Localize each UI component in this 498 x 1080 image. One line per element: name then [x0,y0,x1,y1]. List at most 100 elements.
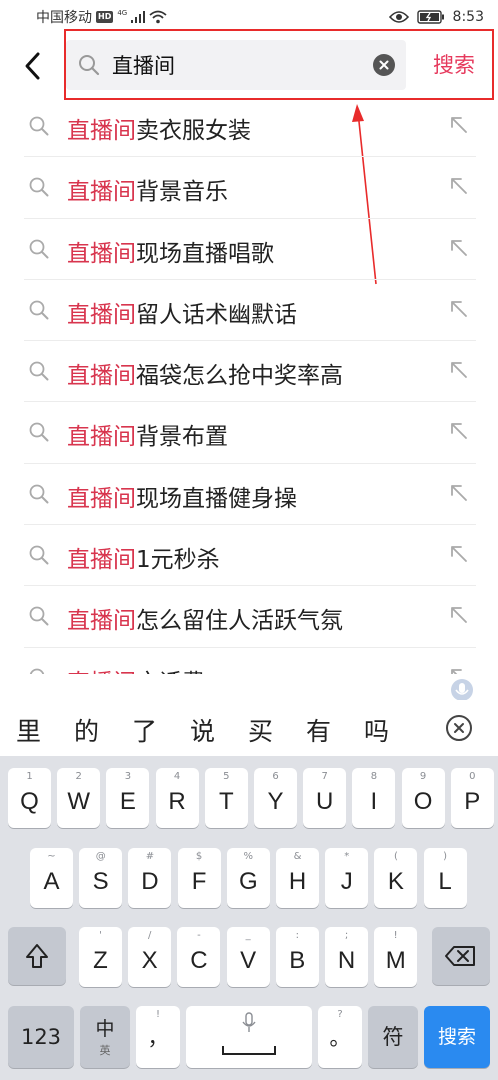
letter-key[interactable]: (K [374,848,418,908]
letter-key[interactable]: * J [325,848,369,908]
key-hint: - [197,930,201,941]
letter-key[interactable]: -C [177,927,221,987]
suggestion-item[interactable]: 直播间充话费 [24,648,476,674]
letter-key[interactable]: # D [128,848,172,908]
candidate-word[interactable]: 了 [132,712,157,748]
letter-key[interactable]: ; N [325,927,368,987]
key-hint: 9 [419,771,427,782]
comma-key-hint: ! [155,1009,160,1020]
suggestion-item[interactable]: 直播间留人话术幽默话 [24,280,476,342]
candidate-word[interactable]: 说 [190,712,215,748]
space-key[interactable] [186,1006,312,1068]
close-candidates-button[interactable] [446,715,472,741]
search-icon [29,484,49,504]
back-button[interactable] [16,46,50,86]
letter-key[interactable]: 3E [106,768,150,828]
backspace-icon [445,946,475,966]
suggestion-text: 直播间怎么留住人活跃气氛 [67,601,343,635]
suggestion-item[interactable]: 直播间背景音乐 [24,157,476,219]
suggestion-rest: 背景布置 [136,424,228,451]
letter-key[interactable]: ~ A [30,848,73,908]
search-icon [29,668,45,674]
symbol-key[interactable]: 符 [368,1006,418,1068]
fill-query-arrow-icon[interactable] [448,666,470,674]
letter-key[interactable]: :B [275,927,319,987]
letter-key[interactable]: 2W [57,768,101,828]
search-submit-button[interactable]: 搜索 [424,48,484,82]
letter-key[interactable]: & H [276,848,319,908]
candidate-word[interactable]: 吗 [364,712,389,748]
key-letter: V [240,947,257,974]
suggestion-text: 直播间现场直播健身操 [67,479,297,513]
letter-key[interactable]: / X [128,927,172,987]
letter-key[interactable]: ' Z [79,927,122,987]
search-header: 搜索 [0,34,498,98]
suggestion-keyword: 直播间 [67,363,136,390]
search-icon [29,177,49,197]
letter-key[interactable]: 8I [352,768,396,828]
letter-key[interactable]: 5T [204,768,248,828]
symbol-key-label: 符 [382,1025,404,1049]
suggestion-rest: 现场直播健身操 [136,485,297,512]
candidate-word[interactable]: 的 [74,712,99,748]
suggestion-item[interactable]: 直播间卖衣服女装 [24,96,476,158]
suggestion-text: 直播间卖衣服女装 [67,111,251,145]
search-input[interactable] [112,48,362,82]
key-hint: ( [393,851,398,862]
letter-key[interactable]: 1Q [8,768,51,828]
letter-key[interactable]: @ S [79,848,123,908]
shift-key[interactable] [8,927,66,985]
letter-key[interactable]: 7U [303,768,347,828]
keyboard-search-key[interactable]: 搜索 [424,1006,490,1068]
eye-comfort-icon [388,11,409,23]
letter-key[interactable]: 4R [155,768,199,828]
letter-key[interactable]: 0P [450,768,494,828]
key-letter: R [168,788,186,815]
key-letter: S [92,868,109,895]
letter-key[interactable]: _ V [226,927,270,987]
letter-key[interactable]: $ F [177,848,221,908]
language-switch-key[interactable]: 中 英 [80,1006,130,1068]
key-hint: ! [393,930,398,941]
microphone-icon [242,1012,256,1032]
suggestion-item[interactable]: 直播间现场直播唱歌 [24,219,476,280]
fill-query-arrow-icon[interactable] [448,420,470,442]
letter-key[interactable]: 9O [401,768,445,828]
suggestion-item[interactable]: 直播间背景布置 [24,402,476,464]
fill-query-arrow-icon[interactable] [448,298,470,320]
key-letter: K [387,868,404,895]
key-hint: 8 [370,771,378,782]
fill-query-arrow-icon[interactable] [448,482,470,504]
comma-key[interactable]: ! ， [136,1006,180,1068]
search-icon [29,423,49,442]
battery-icon [416,10,444,24]
fill-query-arrow-icon[interactable] [448,604,470,626]
candidate-bar: 里的了说买有吗 [0,700,498,756]
candidate-word[interactable]: 有 [306,712,331,748]
period-key[interactable]: ? 。 [318,1006,362,1068]
candidate-word[interactable]: 里 [16,712,41,748]
fill-query-arrow-icon[interactable] [448,114,470,136]
shift-arrow-icon [26,944,48,968]
key-hint: % [243,851,254,862]
letter-key[interactable]: 6Y [254,768,297,828]
fill-query-arrow-icon[interactable] [448,237,470,259]
suggestion-item[interactable]: 直播间怎么留住人活跃气氛 [24,586,476,648]
number-mode-key[interactable]: 123 [8,1006,74,1068]
hd-badge: HD [96,11,114,23]
fill-query-arrow-icon[interactable] [448,175,470,197]
letter-key[interactable]: ! M [374,927,418,987]
clear-button[interactable] [373,54,395,76]
status-bar: 中国移动 HD 4G 8:53 [0,0,498,34]
candidate-word[interactable]: 买 [248,712,273,748]
suggestion-item[interactable]: 直播间现场直播健身操 [24,464,476,526]
fill-query-arrow-icon[interactable] [448,543,470,565]
chevron-left-icon [25,52,40,80]
backspace-key[interactable] [432,927,490,985]
suggestion-item[interactable]: 直播间福袋怎么抢中奖率高 [24,341,476,403]
search-box[interactable] [66,40,406,90]
letter-key[interactable]: ) L [423,848,467,908]
suggestion-item[interactable]: 直播间1元秒杀 [24,525,476,587]
letter-key[interactable]: % G [226,848,270,908]
fill-query-arrow-icon[interactable] [448,359,470,381]
